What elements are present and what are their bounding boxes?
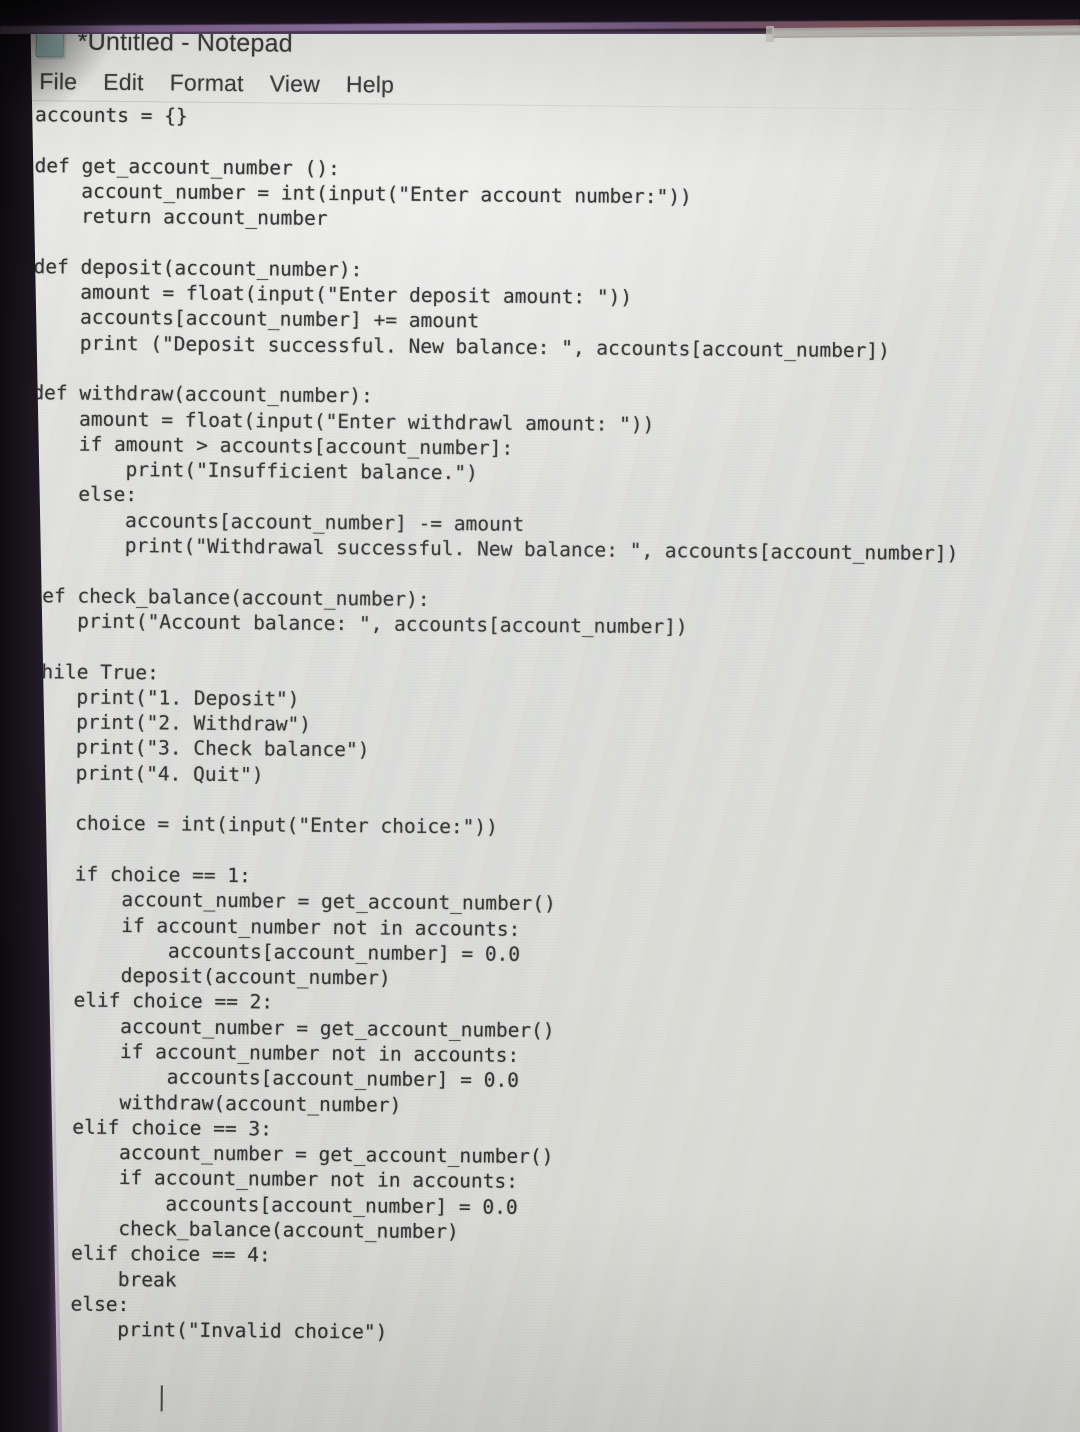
menu-item-file[interactable]: File <box>39 68 77 95</box>
menu-item-format[interactable]: Format <box>170 69 244 97</box>
menu-item-edit[interactable]: Edit <box>103 68 144 95</box>
notepad-window: *Untitled - Notepad File Edit Format Vie… <box>8 16 1080 1432</box>
text-editor-area[interactable]: accounts = {} def get_account_number (): … <box>9 100 1080 1352</box>
screen-photo: *Untitled - Notepad File Edit Format Vie… <box>0 0 1080 1432</box>
menu-item-view[interactable]: View <box>270 70 320 97</box>
menu-item-help[interactable]: Help <box>346 71 394 98</box>
text-caret <box>160 1385 163 1412</box>
background-window-corner <box>766 26 774 42</box>
